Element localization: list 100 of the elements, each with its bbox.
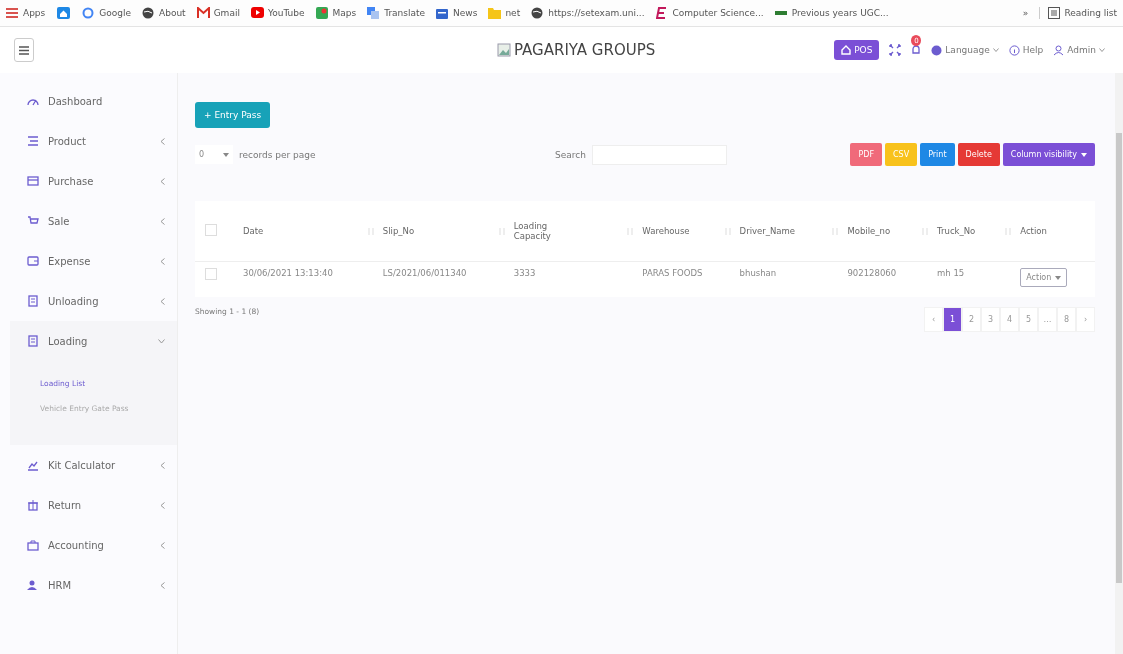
chevron-down-icon xyxy=(158,338,165,344)
sidebar-item[interactable]: Kit Calculator xyxy=(10,445,177,485)
page-link[interactable]: 2 xyxy=(962,307,981,332)
sidebar-item[interactable]: HRM xyxy=(10,565,177,605)
column-header[interactable]: Truck_No xyxy=(937,226,976,236)
column-header[interactable]: Warehouse xyxy=(642,226,690,236)
page-link[interactable]: 1 xyxy=(943,307,962,332)
caret-icon xyxy=(1081,152,1087,157)
caret-icon xyxy=(1099,48,1105,52)
apps-icon xyxy=(6,7,19,19)
sidebar-item[interactable]: Unloading xyxy=(10,281,177,321)
column-header[interactable]: Driver_Name xyxy=(739,226,796,236)
table-cell: LS/2021/06/011340 xyxy=(382,268,467,278)
sidebar-item[interactable]: Dashboard xyxy=(10,81,177,121)
sidebar-item[interactable]: Sale xyxy=(10,201,177,241)
column-header[interactable]: Slip_No xyxy=(382,226,415,236)
export-button[interactable]: Delete xyxy=(957,143,1000,166)
page-link[interactable]: 3 xyxy=(981,307,1000,332)
list-icon xyxy=(1048,7,1061,19)
home-icon xyxy=(57,7,71,19)
column-header[interactable]: Mobile_no xyxy=(847,226,891,236)
video-icon xyxy=(250,7,264,19)
globe-icon xyxy=(142,7,156,19)
page-link[interactable]: ‹ xyxy=(924,307,943,332)
chevron-left-icon xyxy=(160,257,165,265)
language-menu[interactable]: Language xyxy=(931,44,999,56)
bookmark[interactable]: https://setexam.uni... xyxy=(531,7,645,19)
action-dropdown[interactable]: Action xyxy=(1020,268,1068,287)
help-link[interactable]: Help xyxy=(1008,44,1044,56)
caret-icon xyxy=(992,48,999,52)
caret-icon xyxy=(1055,275,1062,280)
document-icon xyxy=(27,295,39,307)
entry-pass-button[interactable]: + Entry Pass xyxy=(195,102,271,128)
page-link[interactable]: 4 xyxy=(1000,307,1019,332)
chevron-left-icon xyxy=(160,137,165,145)
more-bookmarks[interactable]: » xyxy=(1022,8,1029,18)
bookmark[interactable]: News xyxy=(436,7,478,19)
gift-icon xyxy=(27,499,39,511)
search-label: Search xyxy=(555,149,586,160)
table-cell: mh 15 xyxy=(937,268,965,278)
per-page-select[interactable]: 0 xyxy=(195,145,233,164)
sidebar-item[interactable]: Accounting xyxy=(10,525,177,565)
table-cell: 902128060 xyxy=(847,268,897,278)
bookmark[interactable] xyxy=(56,7,72,19)
chevron-left-icon xyxy=(160,177,165,185)
page-link[interactable]: 8 xyxy=(1057,307,1076,332)
cart-icon xyxy=(27,215,39,227)
chevron-left-icon xyxy=(160,461,165,469)
table-cell: PARAS FOODS xyxy=(642,268,703,278)
column-header[interactable]: Action xyxy=(1020,226,1047,236)
scrollbar[interactable] xyxy=(1116,133,1122,583)
bookmark[interactable]: net xyxy=(488,7,521,19)
export-button[interactable]: PDF xyxy=(850,143,882,166)
chart-icon xyxy=(27,459,39,471)
user-menu[interactable]: Admin xyxy=(1053,44,1105,56)
user-icon xyxy=(27,579,39,591)
page-link[interactable]: … xyxy=(1038,307,1057,332)
per-page-label: records per page xyxy=(239,149,316,160)
export-button[interactable]: Print xyxy=(920,143,955,166)
bookmark[interactable]: Apps xyxy=(6,7,46,19)
sidebar-item[interactable]: Product xyxy=(10,121,177,161)
bookmark[interactable]: Previous years UGC... xyxy=(774,7,889,19)
sidebar-item[interactable]: Purchase xyxy=(10,161,177,201)
briefcase-icon xyxy=(27,539,39,551)
menu-icon xyxy=(19,45,29,55)
google-icon xyxy=(82,7,96,19)
reading-list[interactable]: Reading list xyxy=(1039,7,1117,19)
table-cell: 30/06/2021 13:13:40 xyxy=(243,268,333,278)
list-icon xyxy=(27,135,39,147)
bookmark[interactable]: Google xyxy=(82,7,132,19)
caret-icon xyxy=(223,152,229,157)
page-link[interactable]: 5 xyxy=(1019,307,1038,332)
bell-icon[interactable] xyxy=(911,44,922,56)
chevron-left-icon xyxy=(160,541,165,549)
broken-image-icon xyxy=(497,43,511,57)
chevron-left-icon xyxy=(160,581,165,589)
checkbox[interactable] xyxy=(205,268,217,280)
bookmark[interactable]: Gmail xyxy=(196,7,240,19)
bookmark[interactable]: About xyxy=(142,7,186,19)
column-visibility-button[interactable]: Column visibility xyxy=(1002,143,1095,166)
news-icon xyxy=(436,7,450,19)
translate-icon xyxy=(367,7,381,19)
sidebar-item[interactable]: Loading xyxy=(10,321,177,361)
bookmark[interactable]: YouTube xyxy=(250,7,305,19)
column-header[interactable]: Date xyxy=(243,226,264,236)
chevron-left-icon xyxy=(160,217,165,225)
pos-button[interactable]: POS xyxy=(834,40,880,60)
bookmark[interactable]: Computer Science... xyxy=(655,7,764,19)
globe-icon xyxy=(531,7,545,19)
bookmark[interactable]: Translate xyxy=(367,7,426,19)
bookmark[interactable]: Maps xyxy=(315,7,357,19)
page-link[interactable]: › xyxy=(1076,307,1095,332)
menu-button[interactable] xyxy=(14,38,34,62)
chevron-left-icon xyxy=(160,501,165,509)
sidebar-item[interactable]: Return xyxy=(10,485,177,525)
sidebar-item[interactable]: Expense xyxy=(10,241,177,281)
checkbox[interactable] xyxy=(205,224,217,236)
fullscreen-icon[interactable] xyxy=(889,44,902,56)
column-header[interactable]: Loading Capacity xyxy=(513,221,584,241)
mail-icon xyxy=(196,7,210,19)
